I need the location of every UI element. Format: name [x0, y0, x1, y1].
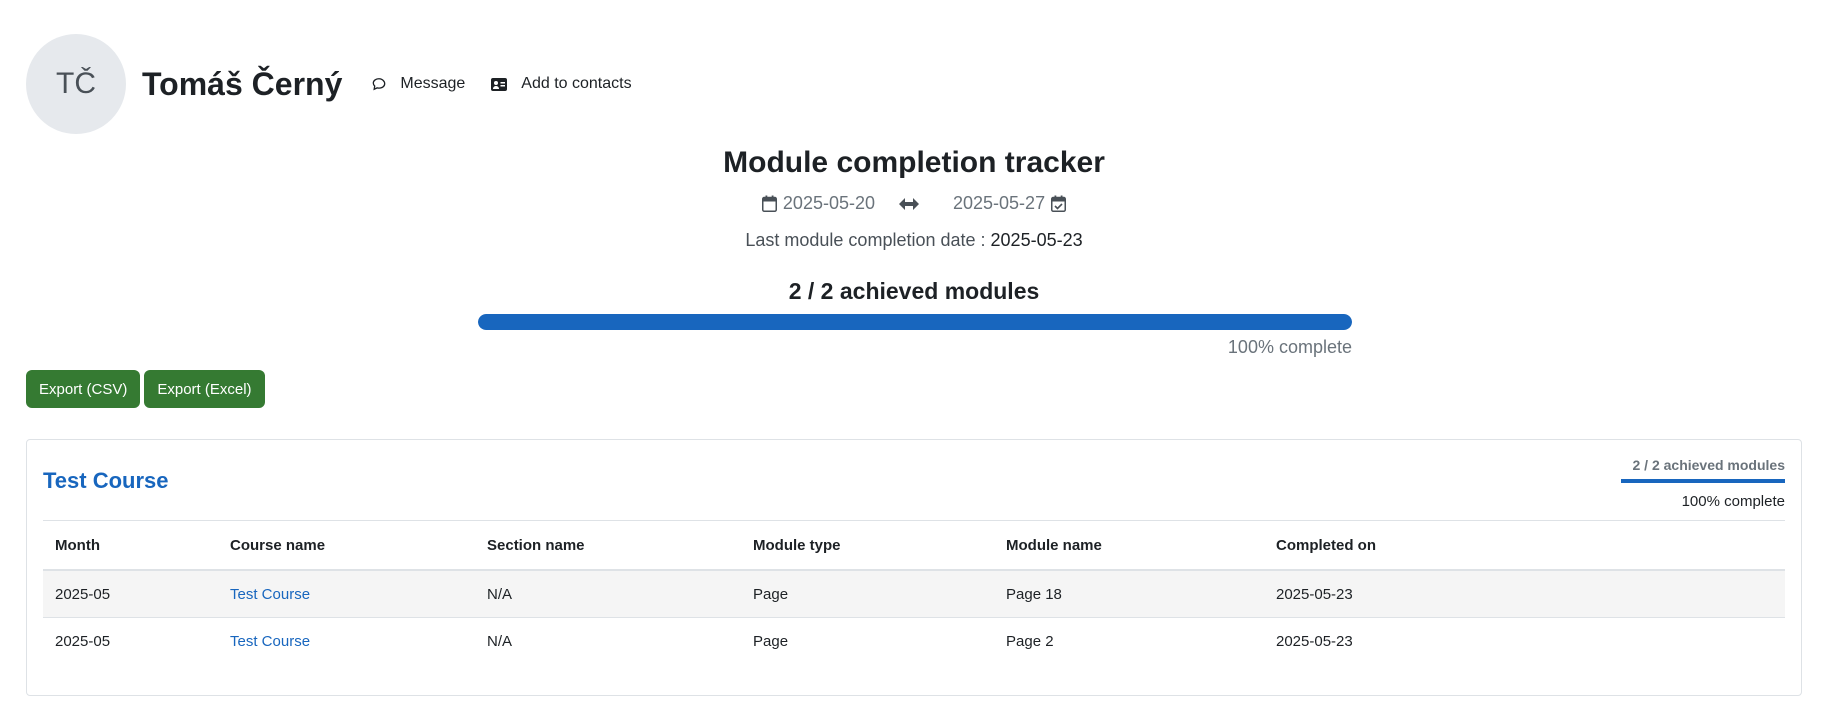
date-from[interactable]: 2025-05-20: [783, 193, 875, 214]
cell-section-name: N/A: [487, 632, 513, 650]
course-name-link[interactable]: Test Course: [230, 633, 310, 650]
last-completion: Last module completion date : 2025-05-23: [0, 230, 1828, 251]
column-header-month[interactable]: Month: [43, 520, 218, 571]
course-achieved-text: 2 / 2 achieved modules: [1632, 457, 1785, 473]
cell-module-type: Page: [753, 632, 789, 650]
date-to[interactable]: 2025-05-27: [953, 193, 1045, 214]
course-progress-text: 100% complete: [1681, 493, 1785, 510]
overall-progress-text: 100% complete: [1227, 337, 1352, 357]
column-header-completed-on[interactable]: Completed on: [1264, 520, 1785, 571]
course-card: Test Course 2 / 2 achieved modules 100% …: [26, 439, 1802, 696]
column-header-section-name[interactable]: Section name: [475, 520, 741, 571]
page-title: Module completion tracker: [723, 146, 1105, 179]
overall-progress-fill: [478, 314, 1352, 330]
cell-module-name: Page 18: [994, 570, 1264, 618]
course-progress-bar: [1621, 479, 1785, 483]
add-to-contacts-button[interactable]: Add to contacts: [491, 75, 632, 93]
completion-table: Month Course name Section name Module ty…: [43, 520, 1785, 664]
column-header-module-name[interactable]: Module name: [994, 520, 1264, 571]
calendar-check-icon[interactable]: [1051, 195, 1067, 212]
table-row: 2025-05 Test Course N/A Page Page 18 202…: [43, 570, 1785, 618]
overall-progress-bar: [478, 314, 1352, 330]
address-card-icon: [491, 77, 508, 91]
add-to-contacts-label: Add to contacts: [521, 75, 632, 92]
course-name-link[interactable]: Test Course: [230, 586, 310, 603]
cell-course-name: Test Course: [218, 618, 475, 665]
last-completion-label: Last module completion date :: [745, 230, 991, 250]
column-header-course-name[interactable]: Course name: [218, 520, 475, 571]
course-progress: 2 / 2 achieved modules 100% complete: [1621, 457, 1785, 510]
column-header-module-type[interactable]: Module type: [741, 520, 994, 571]
cell-completed-on: 2025-05-23: [1276, 632, 1353, 650]
double-arrow-icon: [899, 197, 919, 210]
cell-completed-on: 2025-05-23: [1264, 570, 1785, 618]
message-label: Message: [400, 75, 466, 92]
calendar-icon[interactable]: [761, 195, 777, 212]
profile-header: TČ Tomáš Černý Message Add to contacts: [26, 34, 632, 134]
table-header-row: Month Course name Section name Module ty…: [43, 520, 1785, 571]
message-button[interactable]: Message: [372, 75, 465, 93]
export-buttons: Export (CSV) Export (Excel): [26, 370, 269, 408]
user-name: Tomáš Černý: [142, 65, 343, 102]
last-completion-date: 2025-05-23: [990, 230, 1083, 250]
speech-bubble-icon: [373, 78, 386, 91]
course-progress-fill: [1621, 479, 1785, 483]
course-title-link[interactable]: Test Course: [43, 468, 169, 494]
avatar-initials: TČ: [56, 67, 96, 100]
cell-course-name: Test Course: [218, 570, 475, 618]
export-excel-button[interactable]: Export (Excel): [144, 370, 265, 408]
table-row: 2025-05 Test Course N/A Page Page 2 2025…: [43, 618, 1785, 665]
cell-module-type: Page: [741, 570, 994, 618]
cell-month: 2025-05: [55, 632, 111, 650]
achieved-modules-summary: 2 / 2 achieved modules: [788, 278, 1040, 304]
date-range: 2025-05-20 2025-05-27: [0, 193, 1828, 214]
avatar[interactable]: TČ: [26, 34, 126, 134]
cell-section-name: N/A: [475, 570, 741, 618]
export-csv-button[interactable]: Export (CSV): [26, 370, 141, 408]
cell-month: 2025-05: [43, 570, 218, 618]
cell-module-name: Page 2: [1006, 632, 1054, 650]
